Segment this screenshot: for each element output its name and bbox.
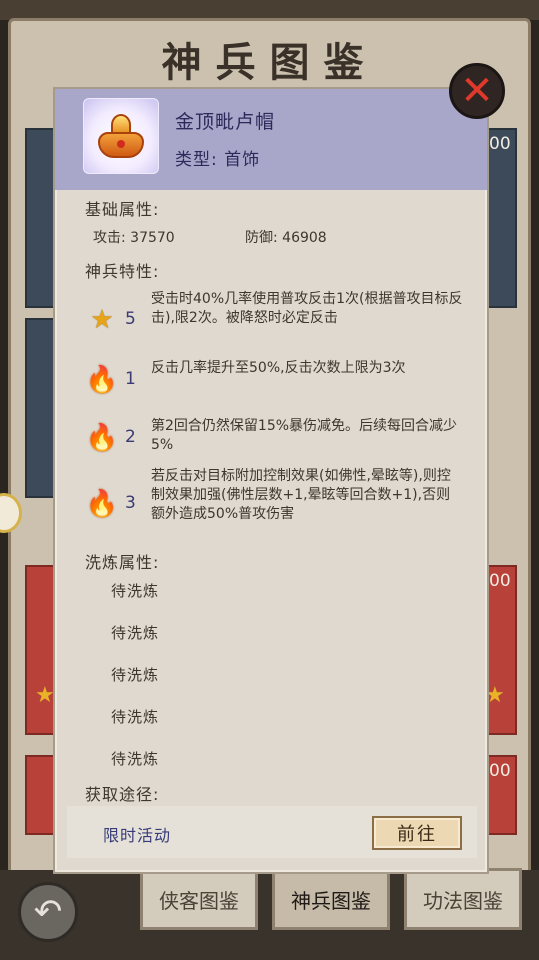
refine-slot: 待洗炼 [111, 750, 160, 768]
back-button[interactable]: ↶ [18, 882, 78, 942]
item-detail-panel: 金顶毗卢帽 类型: 首饰 基础属性: 攻击: 37570 防御: 46908 神… [53, 87, 489, 874]
defense-value: 防御: 46908 [245, 230, 327, 246]
side-number: 00 [489, 761, 511, 781]
star-icon: ★ [90, 305, 114, 335]
side-card-left-red-2 [25, 755, 55, 835]
source-label: 限时活动 [103, 826, 172, 845]
side-card-right-1 [487, 128, 517, 308]
star-icon: ★ [35, 683, 55, 708]
close-icon: ✕ [460, 68, 494, 114]
side-card-left-1 [25, 128, 55, 308]
tab-weapon-codex[interactable]: 神兵图鉴 [272, 868, 390, 930]
trait-description: 若反击对目标附加控制效果(如佛性,晕眩等),则控制效果加强(佛性层数+1,晕眩等… [151, 468, 451, 522]
top-strip [0, 0, 539, 20]
refine-title: 洗炼属性: [85, 553, 160, 572]
tab-hero-codex[interactable]: 侠客图鉴 [140, 868, 258, 930]
trait-row: 🔥 1 反击几率提升至50%,反击次数上限为3次 [85, 359, 467, 399]
flame-icon: 🔥 [85, 365, 119, 395]
trait-level: 2 [125, 427, 136, 447]
refine-slot: 待洗炼 [111, 666, 160, 684]
traits-title: 神兵特性: [85, 262, 160, 281]
trait-description: 受击时40%几率使用普攻反击1次(根据普攻目标反击),限2次。被降怒时必定反击 [151, 291, 463, 326]
trait-description: 反击几率提升至50%,反击次数上限为3次 [151, 360, 406, 376]
base-attr-title: 基础属性: [85, 200, 160, 219]
refine-slot: 待洗炼 [111, 582, 160, 600]
goto-button[interactable]: 前往 [372, 816, 462, 850]
item-header: 金顶毗卢帽 类型: 首饰 [55, 89, 487, 190]
trait-row: ★ 5 受击时40%几率使用普攻反击1次(根据普攻目标反击),限2次。被降怒时必… [87, 290, 467, 350]
trait-level: 3 [125, 493, 136, 513]
side-number: 00 [489, 134, 511, 154]
flame-icon: 🔥 [85, 423, 119, 453]
flame-icon: 🔥 [85, 489, 119, 519]
attack-value: 攻击: 37570 [93, 230, 175, 246]
crown-icon [83, 98, 159, 174]
trait-row: 🔥 3 若反击对目标附加控制效果(如佛性,晕眩等),则控制效果加强(佛性层数+1… [85, 467, 467, 547]
side-number: 00 [489, 571, 511, 591]
trait-description: 第2回合仍然保留15%暴伤减免。后续每回合减少5% [151, 418, 458, 453]
tab-skill-codex[interactable]: 功法图鉴 [404, 868, 522, 930]
source-title: 获取途径: [85, 785, 160, 804]
trait-level: 1 [125, 369, 136, 389]
close-button[interactable]: ✕ [449, 63, 505, 119]
side-card-left-2 [25, 318, 55, 498]
refine-slot: 待洗炼 [111, 624, 160, 642]
trait-level: 5 [125, 309, 136, 329]
item-name: 金顶毗卢帽 [175, 111, 276, 133]
back-arrow-icon: ↶ [33, 892, 63, 932]
item-type: 类型: 首饰 [175, 150, 261, 170]
refine-slot: 待洗炼 [111, 708, 160, 726]
trait-row: 🔥 2 第2回合仍然保留15%暴伤减免。后续每回合减少5% [85, 417, 467, 457]
side-card-left-red [25, 565, 55, 735]
